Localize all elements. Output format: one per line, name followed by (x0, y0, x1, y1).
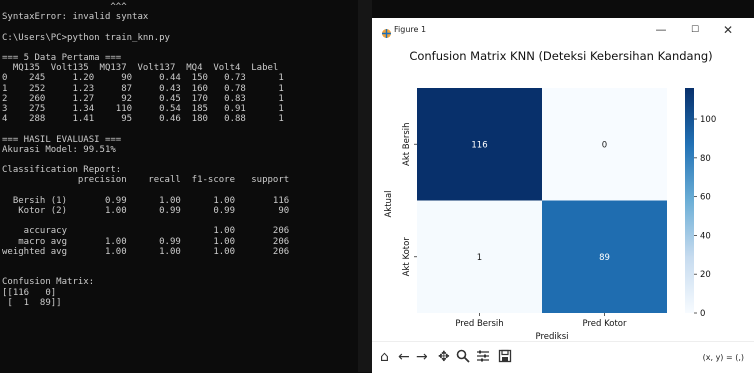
terminal-line: 2 260 1.27 92 0.45 170 0.83 1 (2, 93, 284, 104)
terminal-line: === HASIL EVALUASI === (2, 134, 122, 145)
terminal-line: [ 1 89]] (2, 297, 62, 308)
zoom-icon[interactable] (456, 349, 470, 367)
terminal-line: precision recall f1-score support (2, 175, 290, 186)
terminal-line: MQ135 Volt135 MQ137 Volt137 MQ4 Volt4 La… (2, 63, 279, 74)
home-icon[interactable]: ⌂ (380, 349, 389, 365)
terminal-line: Akurasi Model: 99.51% (2, 144, 116, 155)
chart-title: Confusion Matrix KNN (Deteksi Kebersihan… (409, 49, 712, 63)
forward-arrow-icon[interactable]: → (416, 349, 428, 365)
terminal-line: SyntaxError: invalid syntax (2, 12, 149, 23)
terminal-line: macro avg 1.00 0.99 1.00 206 (2, 236, 290, 247)
terminal-line: Classification Report: (2, 165, 122, 176)
terminal-line: Bersih (1) 0.99 1.00 1.00 116 (2, 195, 290, 206)
terminal-line: Confusion Matrix: (2, 277, 95, 288)
confusion-matrix-chart: Confusion Matrix KNN (Deteksi Kebersihan… (384, 49, 716, 341)
y-tick-label: Akt Bersih (402, 122, 412, 166)
cursor-coordinates: (x, y) = (,) (702, 353, 744, 362)
minimize-button[interactable]: — (649, 22, 673, 38)
maximize-button[interactable]: ☐ (683, 22, 707, 38)
terminal-output: ^^^ SyntaxError: invalid syntax C:\Users… (0, 0, 372, 308)
matplotlib-toolbar: ⌂ ← → ✥ (x, y) = (,) (372, 341, 754, 373)
terminal-line: 0 245 1.20 90 0.44 150 0.73 1 (2, 73, 284, 84)
terminal-window[interactable]: ^^^ SyntaxError: invalid syntax C:\Users… (0, 0, 372, 372)
x-axis-label: Prediksi (536, 332, 569, 341)
figure-window: Figure 1 — ☐ ✕ Confusion Matrix KNN (Det… (372, 18, 754, 373)
figure-app-icon (381, 24, 392, 43)
terminal-line: Kotor (2) 1.00 0.99 0.99 90 (2, 206, 290, 217)
terminal-line: === 5 Data Pertama === (2, 53, 122, 64)
colorbar-tick-label: 60 (700, 193, 711, 203)
colorbar-tick-label: 0 (700, 309, 705, 319)
cell-value-label: 89 (599, 253, 610, 263)
cell-value-label: 116 (471, 140, 487, 150)
figure-titlebar: Figure 1 — ☐ ✕ (372, 18, 754, 44)
terminal-line: accuracy 1.00 206 (2, 226, 290, 237)
terminal-line: 4 288 1.41 95 0.46 180 0.88 1 (2, 114, 284, 125)
terminal-line: 1 252 1.23 87 0.43 160 0.78 1 (2, 83, 284, 94)
colorbar-tick-label: 40 (700, 231, 711, 241)
cell-value-label: 0 (602, 140, 607, 150)
terminal-line: C:\Users\PC>python train_knn.py (2, 32, 170, 43)
colorbar-tick-label: 20 (700, 270, 711, 280)
terminal-line: weighted avg 1.00 1.00 1.00 206 (2, 246, 290, 257)
terminal-line: 3 275 1.34 110 0.54 185 0.91 1 (2, 104, 284, 115)
x-tick-label: Pred Bersih (455, 319, 503, 329)
x-tick-label: Pred Kotor (583, 319, 627, 329)
close-button[interactable]: ✕ (716, 22, 740, 38)
terminal-line: [[116 0] (2, 287, 57, 298)
y-tick-label: Akt Kotor (402, 237, 412, 277)
pan-icon[interactable]: ✥ (438, 349, 450, 365)
colorbar (685, 88, 694, 313)
configure-subplots-icon[interactable] (476, 349, 490, 367)
terminal-line: ^^^ (2, 2, 127, 12)
save-icon[interactable] (498, 349, 512, 367)
y-axis-label: Aktual (384, 190, 394, 217)
colorbar-tick-label: 80 (700, 154, 711, 164)
terminal-scrollbar[interactable] (358, 0, 372, 372)
colorbar-tick-label: 100 (700, 115, 716, 125)
figure-window-title: Figure 1 (394, 25, 427, 34)
cell-value-label: 1 (477, 253, 482, 263)
back-arrow-icon[interactable]: ← (398, 349, 410, 365)
